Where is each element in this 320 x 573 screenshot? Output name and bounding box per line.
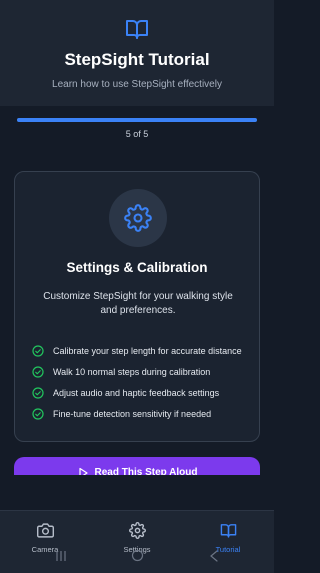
recent-apps-icon[interactable] bbox=[55, 550, 67, 562]
page-title: StepSight Tutorial bbox=[64, 50, 210, 69]
page-subtitle: Learn how to use StepSight effectively bbox=[52, 79, 222, 90]
camera-icon bbox=[36, 523, 54, 538]
gear-icon bbox=[128, 522, 146, 539]
progress-text: 5 of 5 bbox=[125, 129, 149, 139]
back-icon[interactable] bbox=[209, 550, 219, 562]
header: StepSight Tutorial Learn how to use Step… bbox=[0, 0, 274, 106]
progress-bar bbox=[17, 118, 257, 122]
system-nav-bar bbox=[0, 549, 274, 563]
list-item-text: Walk 10 normal steps during calibration bbox=[53, 366, 211, 377]
list-item: Walk 10 normal steps during calibration bbox=[32, 361, 257, 382]
progress-fill bbox=[17, 118, 257, 122]
book-open-icon bbox=[220, 524, 236, 538]
step-description: Customize StepSight for your walking sty… bbox=[43, 291, 233, 316]
check-circle-icon bbox=[32, 407, 44, 420]
check-circle-icon bbox=[32, 365, 44, 378]
list-item: Calibrate your step length for accurate … bbox=[32, 340, 257, 361]
list-item: Adjust audio and haptic feedback setting… bbox=[32, 382, 257, 403]
step-icon-circle bbox=[109, 189, 167, 247]
step-checklist: Calibrate your step length for accurate … bbox=[32, 340, 257, 424]
book-open-icon bbox=[126, 20, 148, 39]
step-card: Settings & Calibration Customize StepSig… bbox=[14, 171, 260, 442]
step-title: Settings & Calibration bbox=[66, 260, 208, 275]
home-icon[interactable] bbox=[131, 549, 144, 562]
list-item: Fine-tune detection sensitivity if neede… bbox=[32, 403, 257, 424]
bottom-nav: Camera Settings Tutorial bbox=[0, 510, 274, 573]
check-circle-icon bbox=[32, 386, 44, 399]
check-circle-icon bbox=[32, 344, 44, 357]
gear-icon bbox=[124, 204, 152, 232]
scroll-gap bbox=[0, 475, 274, 510]
list-item-text: Calibrate your step length for accurate … bbox=[53, 345, 242, 356]
list-item-text: Adjust audio and haptic feedback setting… bbox=[53, 387, 220, 398]
list-item-text: Fine-tune detection sensitivity if neede… bbox=[53, 408, 212, 419]
